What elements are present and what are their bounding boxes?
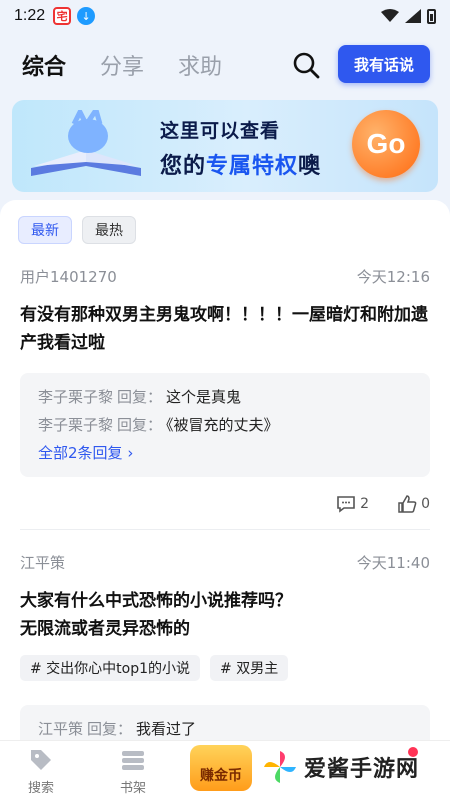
like-count: 0 (421, 496, 430, 512)
signal-icon (405, 9, 421, 23)
earn-coins-button[interactable]: 赚金币 (190, 745, 252, 791)
thumbs-up-icon (398, 495, 417, 513)
search-icon[interactable] (292, 51, 320, 79)
tab-general[interactable]: 综合 (22, 49, 66, 81)
book-illustration-icon (31, 110, 141, 176)
post-body-line: 无限流或者灵异恐怖的 (20, 619, 190, 639)
app-notification-icon: 宅 (53, 7, 72, 25)
like-button[interactable]: 0 (397, 495, 430, 513)
reply-text: 这个是真鬼 (166, 388, 242, 406)
view-all-replies-link[interactable]: 全部2条回复 › (38, 439, 412, 467)
topic-tag[interactable]: # 交出你心中top1的小说 (20, 655, 201, 681)
top-nav: 综合 分享 求助 我有话说 (0, 40, 450, 90)
sort-filters: 最新 最热 (18, 216, 136, 244)
comment-count: 2 (360, 496, 370, 512)
status-time: 1:22 (14, 7, 46, 24)
nav-shelf[interactable]: 书架 (120, 747, 146, 796)
post-user[interactable]: 江平策 (20, 552, 65, 573)
post-actions: 2 0 (20, 495, 430, 513)
battery-icon (427, 8, 436, 24)
reply-item: 李子栗子黎 回复： 这个是真鬼 (38, 383, 412, 411)
post-meta: 江平策 今天11:40 (20, 552, 430, 573)
reply-item: 李子栗子黎 回复： 《被冒充的丈夫》 (38, 411, 412, 439)
tab-help[interactable]: 求助 (178, 49, 222, 81)
go-button[interactable]: Go (352, 110, 420, 178)
post-body-line: 大家有什么中式恐怖的小说推荐吗？ (20, 591, 292, 611)
reply-text: 我看过了 (136, 720, 197, 738)
post-body[interactable]: 有没有那种双男主男鬼攻啊！！！！一屋暗灯和附加遗产我看过啦 (20, 301, 430, 357)
pinwheel-logo-icon (264, 751, 296, 783)
reply-item: 江平策 回复： 我看过了 (38, 715, 412, 740)
post-item[interactable]: 用户1401270 今天12:16 有没有那种双男主男鬼攻啊！！！！一屋暗灯和附… (20, 266, 430, 530)
watermark-text: 爱酱手游网 (304, 757, 420, 782)
filter-latest[interactable]: 最新 (18, 216, 72, 244)
nav-search[interactable]: 搜索 (28, 747, 54, 796)
banner-line2-suffix: 噢 (298, 154, 322, 179)
post-item[interactable]: 江平策 今天11:40 大家有什么中式恐怖的小说推荐吗？ 无限流或者灵异恐怖的 … (20, 552, 430, 740)
banner-line2: 您的专属特权噢 (160, 148, 321, 180)
bottom-nav: 搜索 书架 赚金币 爱酱手游网 (0, 740, 450, 799)
nav-shelf-label: 书架 (120, 781, 147, 796)
reply-user: 李子栗子黎 (38, 416, 114, 434)
reply-label: 回复： (117, 388, 163, 406)
post-time: 今天12:16 (356, 268, 430, 286)
reply-label: 回复： (117, 416, 163, 434)
post-meta: 用户1401270 今天12:16 (20, 266, 430, 287)
status-bar: 1:22 宅 ↓ (0, 0, 450, 32)
post-divider (20, 529, 430, 530)
nav-search-label: 搜索 (28, 781, 55, 796)
watermark: 爱酱手游网 (262, 749, 419, 785)
post-list: 最新 最热 用户1401270 今天12:16 有没有那种双男主男鬼攻啊！！！！… (0, 200, 450, 740)
banner-line2-prefix: 您的 (160, 154, 207, 179)
filter-hot[interactable]: 最热 (82, 216, 136, 244)
post-time: 今天11:40 (356, 554, 430, 572)
post-tags: # 交出你心中top1的小说 # 双男主 (20, 655, 430, 681)
tag-icon (31, 750, 51, 770)
topic-tag[interactable]: # 双男主 (210, 655, 289, 681)
banner-line1: 这里可以查看 (160, 120, 281, 142)
notification-dot (408, 747, 418, 757)
privilege-banner[interactable]: 这里可以查看 您的专属特权噢 Go (12, 100, 438, 192)
comment-button[interactable]: 2 (336, 495, 369, 513)
post-user[interactable]: 用户1401270 (20, 266, 117, 287)
reply-user: 江平策 (38, 720, 84, 738)
reply-box[interactable]: 江平策 回复： 我看过了 (20, 705, 430, 740)
wifi-icon (381, 9, 399, 22)
download-icon: ↓ (77, 7, 96, 25)
comment-icon (337, 496, 355, 513)
banner-highlight: 专属特权 (206, 154, 299, 179)
bookshelf-icon (122, 751, 144, 770)
reply-user: 李子栗子黎 (38, 388, 114, 406)
post-body[interactable]: 大家有什么中式恐怖的小说推荐吗？ 无限流或者灵异恐怖的 (20, 587, 430, 643)
view-all-replies-label: 全部2条回复 (38, 444, 123, 462)
tab-share[interactable]: 分享 (100, 49, 144, 81)
chevron-right-icon: › (122, 444, 134, 462)
reply-text: 《被冒充的丈夫》 (166, 416, 279, 434)
talk-button[interactable]: 我有话说 (338, 45, 430, 83)
reply-box[interactable]: 李子栗子黎 回复： 这个是真鬼 李子栗子黎 回复： 《被冒充的丈夫》 全部2条回复 › (20, 373, 430, 477)
reply-label: 回复： (87, 720, 133, 738)
